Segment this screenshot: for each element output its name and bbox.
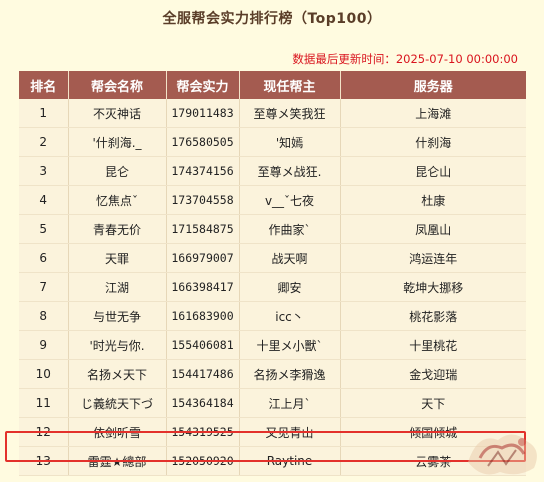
cell-server: 十里桃花 <box>340 330 526 360</box>
header-row: 排名 帮会名称 帮会实力 现任帮主 服务器 <box>19 71 526 99</box>
table-row: 7 江湖 166398417 卿安 乾坤大挪移 <box>19 272 526 302</box>
table-row: 11 じ義統天下づ 154364184 江上月` 天下 <box>19 388 526 418</box>
cell-guild-name: 天罪 <box>68 243 167 273</box>
cell-guild-name: 名扬メ天下 <box>68 359 167 389</box>
cell-server: 云雾茶 <box>340 446 526 476</box>
update-timestamp: 数据最后更新时间：2025-07-10 00:00:00 <box>292 52 518 66</box>
cell-guild-name: 雷霆★總部 <box>68 446 167 476</box>
cell-server: 乾坤大挪移 <box>340 272 526 302</box>
cell-guild-power: 152050920 <box>166 446 240 476</box>
cell-guild-leader: 至尊メ战狂. <box>239 156 341 186</box>
cell-guild-name: 江湖 <box>68 272 167 302</box>
cell-guild-leader: '知嫣 <box>239 127 341 157</box>
cell-guild-power: 166398417 <box>166 272 240 302</box>
cell-guild-leader: Raytine <box>239 446 341 476</box>
cell-server: 鸿运连年 <box>340 243 526 273</box>
cell-server: 上海滩 <box>340 99 526 128</box>
cell-guild-power: 154417486 <box>166 359 240 389</box>
table-row: 2 '什刹海._ 176580505 '知嫣 什刹海 <box>19 127 526 157</box>
cell-rank: 4 <box>19 185 69 215</box>
cell-guild-name: 与世无争 <box>68 301 167 331</box>
guild-ranking-table: 排名 帮会名称 帮会实力 现任帮主 服务器 1 不灭神话 179011483 至… <box>19 71 526 476</box>
cell-rank: 10 <box>19 359 69 389</box>
table-row: 4 忆焦点ˇ 173704558 v__ˇ七夜 杜康 <box>19 185 526 215</box>
cell-guild-power: 176580505 <box>166 127 240 157</box>
cell-rank: 9 <box>19 330 69 360</box>
cell-server: 天下 <box>340 388 526 418</box>
cell-rank: 5 <box>19 214 69 244</box>
cell-guild-name: 昆仑 <box>68 156 167 186</box>
cell-server: 金戈迎瑞 <box>340 359 526 389</box>
cell-rank: 13 <box>19 446 69 476</box>
header-guild-name: 帮会名称 <box>68 71 167 99</box>
cell-server: 杜康 <box>340 185 526 215</box>
cell-guild-power: 155406081 <box>166 330 240 360</box>
cell-rank: 6 <box>19 243 69 273</box>
cell-guild-leader: v__ˇ七夜 <box>239 185 341 215</box>
cell-guild-leader: 名扬メ李猾逸 <box>239 359 341 389</box>
cell-guild-leader: 又见青山 <box>239 417 341 447</box>
header-guild-power: 帮会实力 <box>166 71 240 99</box>
cell-server: 昆仑山 <box>340 156 526 186</box>
cell-rank: 8 <box>19 301 69 331</box>
table-row-highlighted: 13 雷霆★總部 152050920 Raytine 云雾茶 <box>19 446 526 476</box>
table-row: 3 昆仑 174374156 至尊メ战狂. 昆仑山 <box>19 156 526 186</box>
cell-guild-leader: 作曲家` <box>239 214 341 244</box>
header-rank: 排名 <box>19 71 69 99</box>
cell-guild-name: 依剑听雪 <box>68 417 167 447</box>
cell-server: 凤凰山 <box>340 214 526 244</box>
cell-guild-power: 174374156 <box>166 156 240 186</box>
table-row: 10 名扬メ天下 154417486 名扬メ李猾逸 金戈迎瑞 <box>19 359 526 389</box>
cell-guild-name: '时光与你. <box>68 330 167 360</box>
cell-guild-power: 179011483 <box>166 99 240 128</box>
cell-server: 桃花影落 <box>340 301 526 331</box>
cell-guild-leader: 卿安 <box>239 272 341 302</box>
cell-guild-leader: 战天啊 <box>239 243 341 273</box>
table-row: 1 不灭神话 179011483 至尊メ笑我狂 上海滩 <box>19 99 526 128</box>
cell-guild-power: 154319525 <box>166 417 240 447</box>
cell-guild-leader: 十里メ小獸` <box>239 330 341 360</box>
header-guild-leader: 现任帮主 <box>239 71 341 99</box>
table-row: 5 青春无价 171584875 作曲家` 凤凰山 <box>19 214 526 244</box>
cell-guild-power: 154364184 <box>166 388 240 418</box>
cell-guild-name: じ義統天下づ <box>68 388 167 418</box>
table-row: 9 '时光与你. 155406081 十里メ小獸` 十里桃花 <box>19 330 526 360</box>
header-server: 服务器 <box>340 71 526 99</box>
table-row: 12 依剑听雪 154319525 又见青山 倾国倾城 <box>19 417 526 447</box>
cell-rank: 2 <box>19 127 69 157</box>
cell-guild-power: 161683900 <box>166 301 240 331</box>
cell-rank: 12 <box>19 417 69 447</box>
cell-guild-name: 青春无价 <box>68 214 167 244</box>
cell-guild-leader: 至尊メ笑我狂 <box>239 99 341 128</box>
table-row: 8 与世无争 161683900 icc丶 桃花影落 <box>19 301 526 331</box>
cell-guild-power: 171584875 <box>166 214 240 244</box>
cell-rank: 1 <box>19 99 69 128</box>
cell-guild-leader: icc丶 <box>239 301 341 331</box>
cell-guild-power: 173704558 <box>166 185 240 215</box>
page-title: 全服帮会实力排行榜（Top100） <box>162 11 382 27</box>
cell-guild-name: '什刹海._ <box>68 127 167 157</box>
cell-guild-power: 166979007 <box>166 243 240 273</box>
cell-server: 什刹海 <box>340 127 526 157</box>
table-body: 1 不灭神话 179011483 至尊メ笑我狂 上海滩 2 '什刹海._ 176… <box>19 99 526 476</box>
cell-guild-name: 忆焦点ˇ <box>68 185 167 215</box>
cell-server: 倾国倾城 <box>340 417 526 447</box>
cell-guild-leader: 江上月` <box>239 388 341 418</box>
cell-guild-name: 不灭神话 <box>68 99 167 128</box>
cell-rank: 3 <box>19 156 69 186</box>
table-row: 6 天罪 166979007 战天啊 鸿运连年 <box>19 243 526 273</box>
table-header: 排名 帮会名称 帮会实力 现任帮主 服务器 <box>19 71 526 99</box>
cell-rank: 7 <box>19 272 69 302</box>
cell-rank: 11 <box>19 388 69 418</box>
